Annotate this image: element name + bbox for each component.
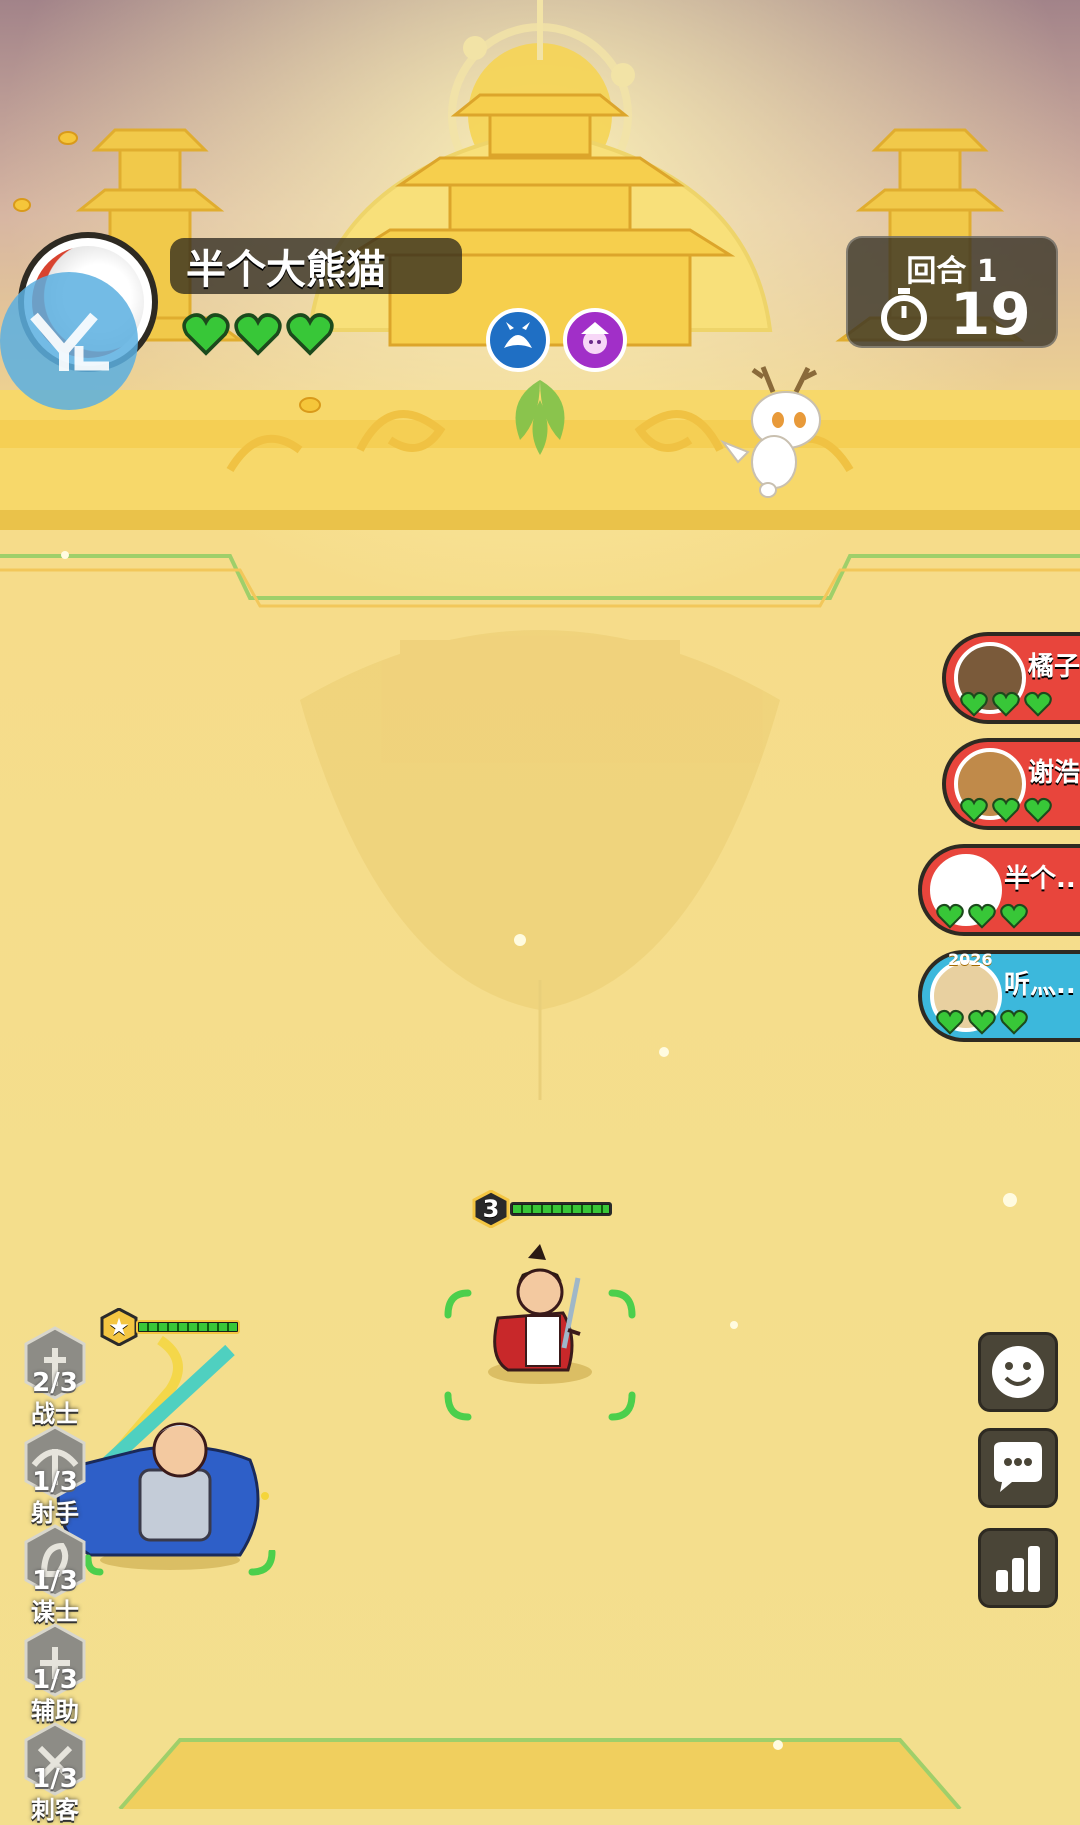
- class-name: 战士: [31, 1400, 79, 1428]
- class-name: 刺客: [31, 1796, 79, 1824]
- class-synergy-item[interactable]: 1/3 谋士: [22, 1524, 88, 1626]
- unit-swordsman[interactable]: 3: [440, 1190, 640, 1430]
- pet-deer-sprite[interactable]: [718, 362, 838, 502]
- heart-icon: [1024, 797, 1052, 823]
- heart-icon: [936, 1009, 964, 1035]
- opponent-lives: [960, 690, 1052, 718]
- heart-icon: [234, 313, 282, 356]
- heart-icon: [968, 1009, 996, 1035]
- opponent-card[interactable]: 谢浩: [942, 738, 1080, 830]
- heart-icon: [286, 313, 334, 356]
- heart-icon: [968, 903, 996, 929]
- heart-icon: [1024, 691, 1052, 717]
- opponent-card[interactable]: 橘子: [942, 632, 1080, 724]
- opponent-name: 半个..: [1004, 864, 1076, 894]
- opponent-lives: [936, 902, 1028, 930]
- opponent-name: 橘子: [1028, 652, 1080, 682]
- opponent-card[interactable]: 2026 听灬..: [918, 950, 1080, 1042]
- stopwatch-icon: [881, 288, 927, 341]
- emoji-icon: [992, 1346, 1044, 1398]
- countdown-value: 19: [950, 280, 1031, 348]
- stats-icon: [996, 1546, 1040, 1592]
- chat-icon: [994, 1442, 1042, 1492]
- class-name: 谋士: [31, 1598, 79, 1626]
- heart-icon: [992, 691, 1020, 717]
- heart-icon: [960, 691, 988, 717]
- class-synergy-item[interactable]: 2/3 战士: [22, 1326, 88, 1428]
- class-name: 射手: [31, 1499, 79, 1527]
- heart-icon: [1000, 903, 1028, 929]
- jester-icon[interactable]: [563, 308, 627, 372]
- opponent-lives: [936, 1008, 1028, 1036]
- opponent-name: 谢浩: [1028, 758, 1080, 788]
- round-timer-panel: 回合 1 19: [846, 236, 1058, 348]
- opponent-lives: [960, 796, 1052, 824]
- spirit-fox-icon[interactable]: [486, 308, 550, 372]
- class-synergy-item[interactable]: 1/3 射手: [22, 1425, 88, 1527]
- swordsman-sprite: [488, 1244, 592, 1384]
- class-synergy-item[interactable]: 1/3 辅助: [22, 1623, 88, 1725]
- selection-marker: [84, 1550, 276, 1576]
- heart-icon: [960, 797, 988, 823]
- opponent-badge: 2026: [948, 950, 993, 969]
- class-name: 辅助: [31, 1697, 79, 1725]
- heart-icon: [1000, 1009, 1028, 1035]
- opponent-card[interactable]: 半个..: [918, 844, 1080, 936]
- emoji-button[interactable]: [978, 1332, 1058, 1412]
- chat-button[interactable]: [978, 1428, 1058, 1508]
- app-logo-icon[interactable]: [0, 272, 138, 410]
- opponent-name: 听灬..: [1004, 970, 1076, 1000]
- heart-icon: [992, 797, 1020, 823]
- player-lives: [182, 310, 334, 358]
- player-name: 半个大熊猫: [170, 238, 462, 294]
- unit-level-badge: 3: [472, 1190, 510, 1228]
- unit-health-bar: [510, 1202, 612, 1216]
- heart-icon: [936, 903, 964, 929]
- class-synergy-item[interactable]: 1/3 刺客: [22, 1722, 88, 1824]
- heart-icon: [182, 313, 230, 356]
- stats-button[interactable]: [978, 1528, 1058, 1608]
